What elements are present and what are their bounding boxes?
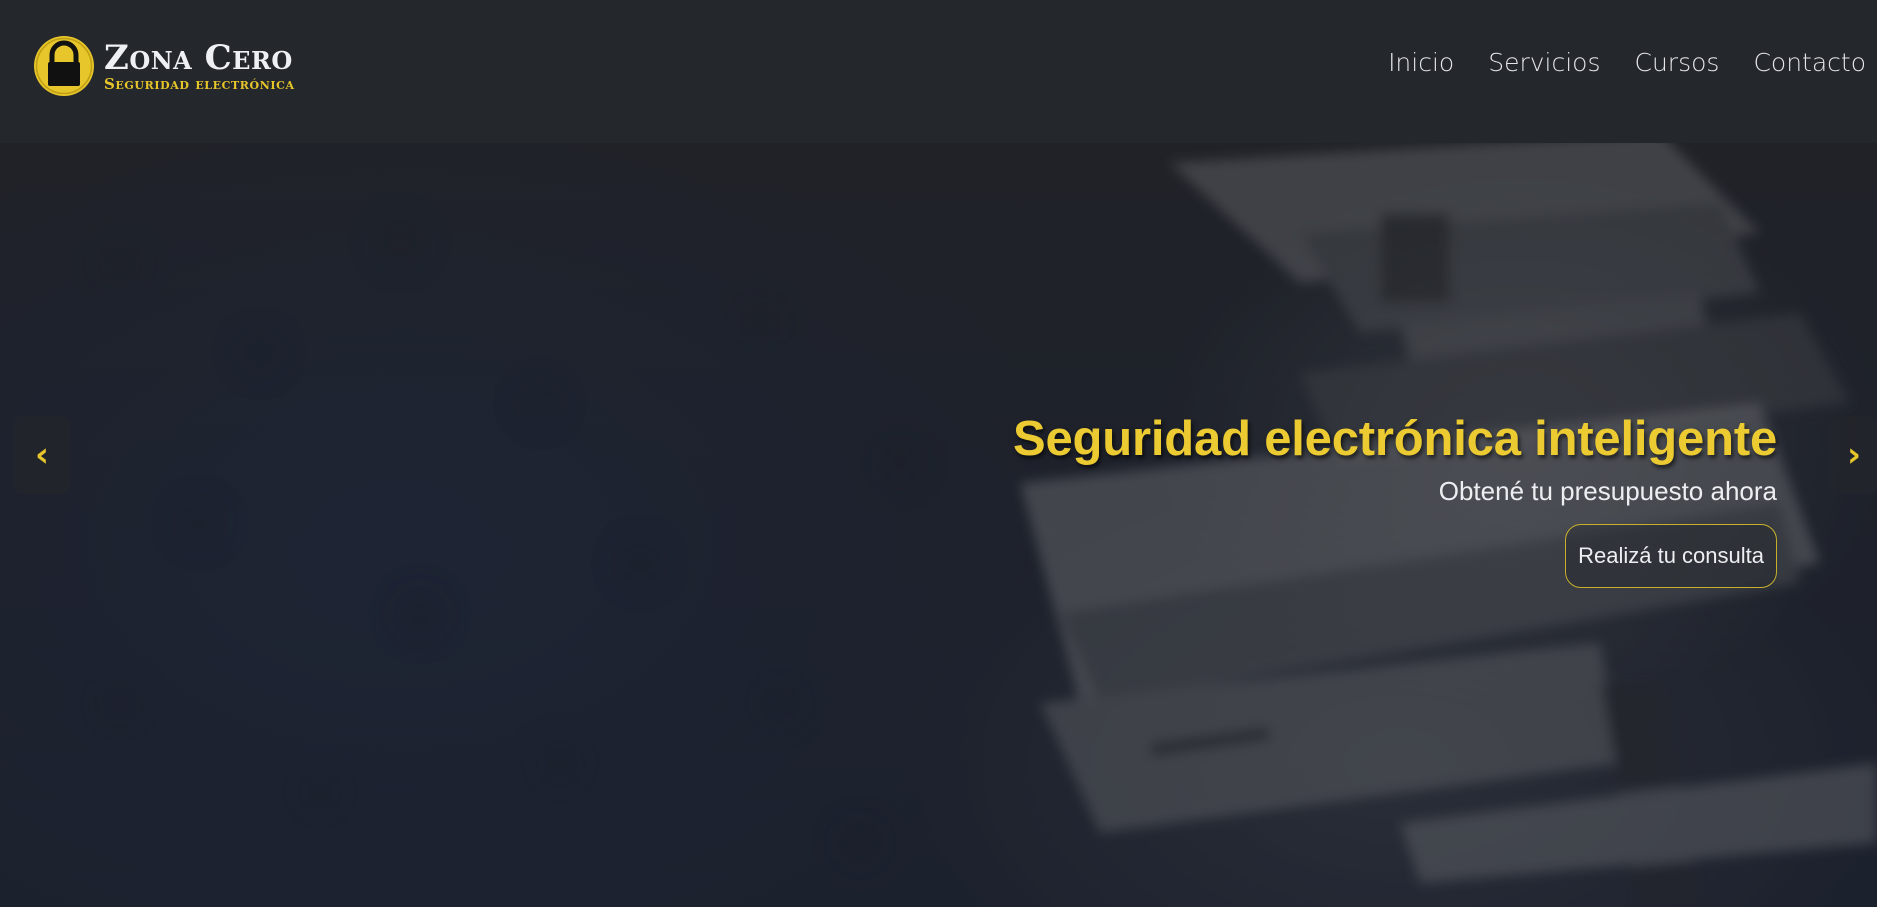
carousel-next-button[interactable]: ›: [1829, 416, 1877, 494]
consult-button[interactable]: Realizá tu consulta: [1565, 524, 1777, 588]
nav-item-cursos[interactable]: Cursos: [1635, 48, 1720, 77]
logo[interactable]: Zona Cero Seguridad electrónica: [34, 33, 295, 99]
hero-title: Seguridad electrónica inteligente: [1013, 412, 1777, 466]
cta-container: Realizá tu consulta: [877, 524, 1777, 588]
padlock-icon: [34, 33, 94, 99]
nav-item-servicios[interactable]: Servicios: [1488, 48, 1600, 77]
carousel-prev-button[interactable]: ‹: [13, 416, 71, 494]
logo-subtitle: Seguridad electrónica: [104, 75, 295, 93]
chevron-left-icon: ‹: [34, 435, 49, 475]
logo-text: Zona Cero Seguridad electrónica: [104, 33, 295, 99]
hero-carousel: Seguridad electrónica inteligente Obtené…: [0, 143, 1877, 907]
slide-caption: Seguridad electrónica inteligente Obtené…: [877, 410, 1777, 588]
nav-item-contacto[interactable]: Contacto: [1753, 48, 1866, 77]
logo-title: Zona Cero: [104, 38, 293, 78]
site-header: Zona Cero Seguridad electrónica Inicio S…: [0, 0, 1877, 143]
hero-subtitle: Obtené tu presupuesto ahora: [1438, 476, 1777, 506]
main-nav: Inicio Servicios Cursos Contacto: [1388, 48, 1866, 77]
nav-item-inicio[interactable]: Inicio: [1388, 48, 1454, 77]
chevron-right-icon: ›: [1846, 435, 1861, 475]
